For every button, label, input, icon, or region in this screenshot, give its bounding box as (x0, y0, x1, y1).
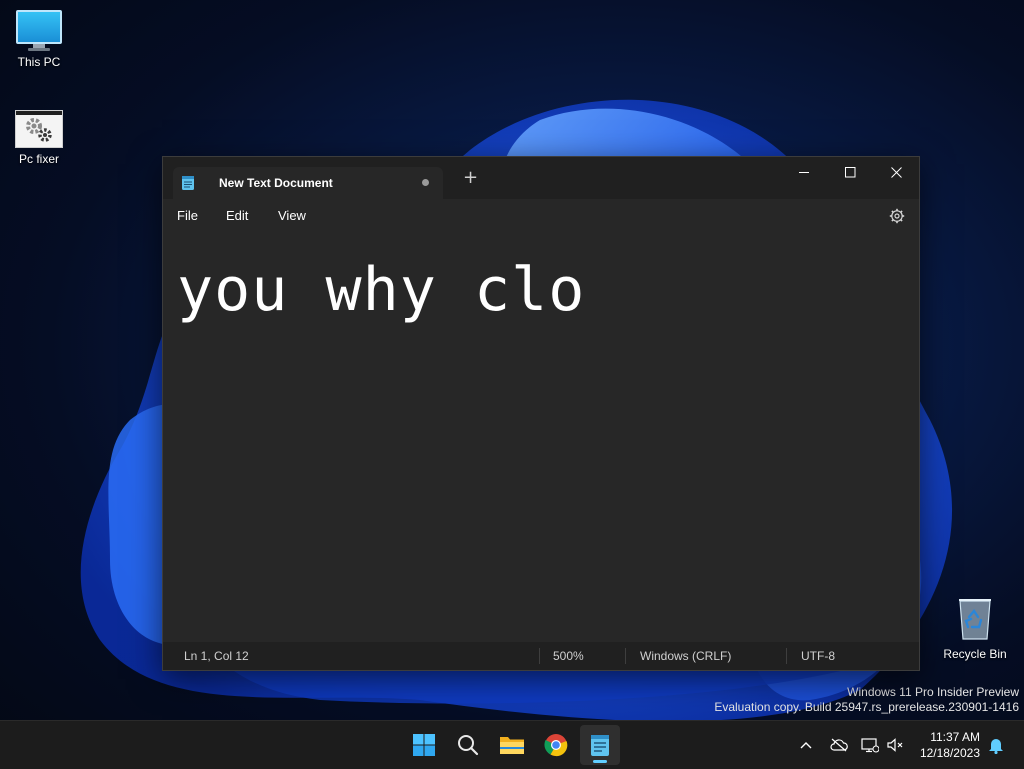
network-icon (861, 738, 879, 753)
status-divider (786, 648, 787, 664)
maximize-icon (844, 166, 855, 177)
desktop-icon-recycle-bin[interactable]: Recycle Bin (938, 597, 1012, 661)
show-hidden-icons-button[interactable] (796, 735, 816, 755)
desktop-icon-this-pc[interactable]: This PC (1, 10, 77, 69)
maximize-button[interactable] (827, 157, 873, 187)
status-divider (625, 648, 626, 664)
start-icon (413, 734, 435, 756)
computer-icon (1, 10, 77, 51)
notepad-taskbar-button[interactable] (580, 725, 620, 765)
cloud-offline-icon (830, 738, 848, 752)
unsaved-indicator[interactable] (422, 179, 429, 186)
text-editor[interactable]: you why clo (163, 233, 919, 642)
bell-icon (989, 739, 1003, 754)
volume-tray-button[interactable] (885, 735, 905, 755)
clock-time: 11:37 AM (930, 730, 980, 744)
menu-file[interactable]: File (177, 208, 198, 223)
clock[interactable]: 11:37 AM 12/18/2023 (920, 729, 980, 761)
minimize-icon (798, 171, 809, 173)
notepad-icon (182, 176, 194, 190)
title-bar[interactable]: New Text Document + (163, 157, 919, 199)
minimize-button[interactable] (781, 157, 827, 187)
notifications-button[interactable] (986, 735, 1006, 755)
network-tray-button[interactable] (860, 735, 880, 755)
new-tab-button[interactable]: + (463, 169, 478, 187)
chrome-button[interactable] (536, 725, 576, 765)
watermark-line-2: Evaluation copy. Build 25947.rs_prerelea… (714, 700, 1019, 714)
tab-title: New Text Document (219, 176, 333, 190)
desktop-icon-label: Pc fixer (18, 152, 59, 166)
desktop-icon-label: This PC (17, 55, 61, 69)
settings-gear-icon[interactable] (889, 208, 905, 224)
zoom-level[interactable]: 500% (553, 649, 584, 663)
taskbar: 11:37 AM 12/18/2023 (0, 720, 1024, 769)
active-indicator (593, 760, 607, 763)
evaluation-watermark: Windows 11 Pro Insider Preview Evaluatio… (714, 685, 1019, 715)
search-button[interactable] (448, 725, 488, 765)
notepad-window: New Text Document + File Edit View you w… (162, 156, 920, 671)
start-button[interactable] (404, 725, 444, 765)
tab-document[interactable]: New Text Document (173, 167, 443, 199)
recycle-bin-icon (959, 599, 991, 640)
menu-bar: File Edit View (163, 199, 919, 233)
close-icon (890, 166, 902, 178)
menu-edit[interactable]: Edit (226, 208, 248, 223)
notepad-icon (591, 735, 609, 756)
onedrive-tray-button[interactable] (829, 735, 849, 755)
line-ending[interactable]: Windows (CRLF) (640, 649, 731, 663)
close-button[interactable] (873, 157, 919, 187)
chevron-up-icon (800, 742, 812, 749)
status-divider (539, 648, 540, 664)
menu-view[interactable]: View (278, 208, 306, 223)
encoding[interactable]: UTF-8 (801, 649, 835, 663)
file-explorer-icon (500, 737, 524, 754)
desktop-icon-label: Recycle Bin (943, 647, 1007, 661)
desktop-icon-pc-fixer[interactable]: Pc fixer (1, 110, 77, 166)
file-explorer-button[interactable] (492, 725, 532, 765)
search-icon (458, 735, 479, 756)
gear-app-icon (15, 110, 63, 148)
status-bar: Ln 1, Col 12 500% Windows (CRLF) UTF-8 (163, 642, 919, 670)
clock-date: 12/18/2023 (919, 746, 980, 760)
chrome-icon (544, 734, 568, 757)
watermark-line-1: Windows 11 Pro Insider Preview (847, 685, 1019, 699)
speaker-muted-icon (887, 738, 903, 752)
cursor-position: Ln 1, Col 12 (184, 649, 249, 663)
